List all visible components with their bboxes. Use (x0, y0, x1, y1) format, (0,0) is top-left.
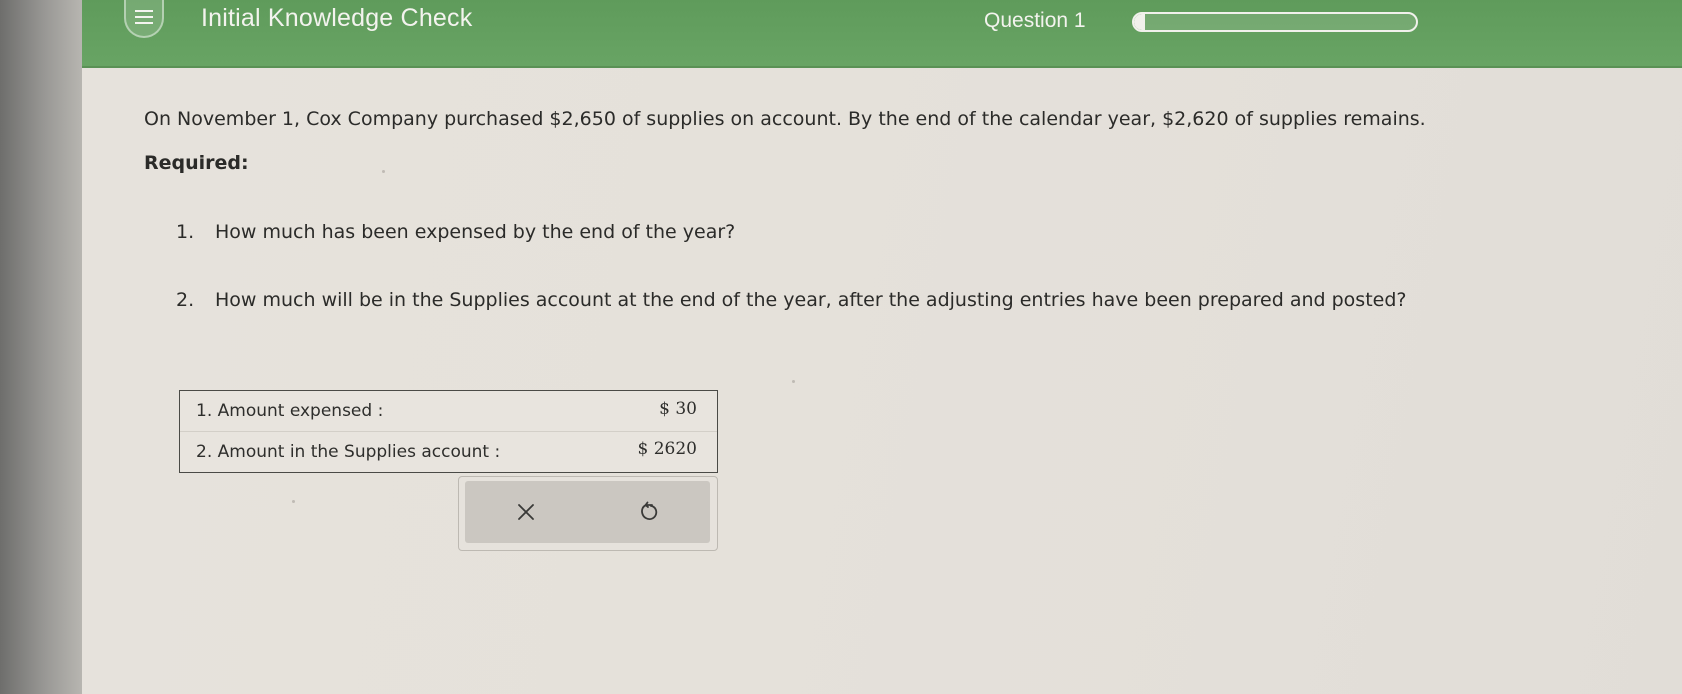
screen-speck (292, 500, 295, 503)
clear-answer-button[interactable] (465, 481, 587, 543)
answer-value-supplies: $ 2620 (637, 439, 697, 459)
progress-bar (1132, 12, 1418, 32)
answer-value-expensed: $ 30 (659, 399, 697, 419)
answer-actions-toolbar (465, 481, 710, 543)
question-number: 1. (176, 221, 195, 243)
assignment-title: Initial Knowledge Check (201, 4, 473, 32)
screen-bezel (0, 0, 84, 694)
answer-divider (180, 431, 717, 432)
question-text: How much has been expensed by the end of… (215, 221, 736, 243)
problem-statement: On November 1, Cox Company purchased $2,… (144, 108, 1426, 130)
question-text: How much will be in the Supplies account… (215, 289, 1407, 311)
screen-speck (792, 380, 795, 383)
hamburger-menu-icon-line (135, 22, 153, 24)
answer-summary-box: 1. Amount expensed : $ 30 2. Amount in t… (179, 390, 718, 473)
question-number: 2. (176, 289, 195, 311)
undo-reset-icon (641, 501, 658, 520)
screen-speck (382, 170, 385, 173)
reset-answer-button[interactable] (588, 481, 710, 543)
answer-label-expensed: 1. Amount expensed : (196, 401, 384, 421)
required-heading: Required: (144, 152, 249, 174)
answer-label-supplies: 2. Amount in the Supplies account : (196, 442, 501, 462)
hamburger-menu-icon (135, 10, 153, 12)
progress-bar-fill (1134, 14, 1146, 30)
question-indicator: Question 1 (984, 9, 1086, 32)
answer-actions-panel (458, 476, 718, 551)
hamburger-menu-icon-line (135, 16, 153, 18)
page-background (82, 0, 1682, 694)
close-x-icon (518, 504, 534, 520)
